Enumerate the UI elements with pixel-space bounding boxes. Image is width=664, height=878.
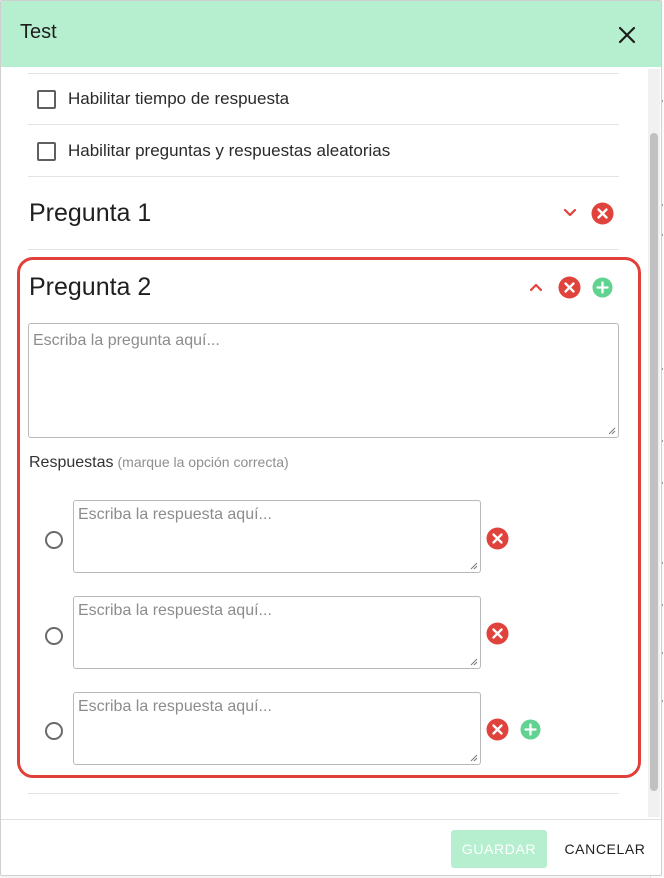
chevron-up-icon[interactable] [527, 278, 545, 296]
answers-hint: (marque la opción correcta) [117, 454, 289, 470]
remove-circle-icon[interactable] [486, 527, 509, 550]
option-enable-response-time[interactable]: Habilitar tiempo de respuesta [37, 87, 289, 111]
scrollbar-thumb[interactable] [650, 133, 658, 791]
dialog-header: Test [1, 1, 661, 67]
option-enable-random-order[interactable]: Habilitar preguntas y respuestas aleator… [37, 139, 390, 163]
answers-label: Respuestas (marque la opción correcta) [29, 454, 289, 472]
remove-circle-icon[interactable] [486, 622, 509, 645]
cancel-button[interactable]: CANCELAR [557, 830, 653, 868]
answer-1-radio[interactable] [45, 531, 63, 549]
dialog-title: Test [20, 21, 57, 43]
add-circle-icon[interactable] [592, 277, 613, 298]
question-1-title: Pregunta 1 [29, 199, 152, 227]
question-2-title: Pregunta 2 [29, 273, 152, 301]
add-circle-icon[interactable] [520, 719, 541, 740]
chevron-down-icon[interactable] [561, 204, 579, 222]
checkbox[interactable] [37, 141, 56, 161]
answer-1-input[interactable] [73, 500, 481, 573]
save-button[interactable]: GUARDAR [451, 830, 547, 868]
option-label: Habilitar preguntas y respuestas aleator… [68, 141, 391, 160]
scrollbar-track[interactable] [648, 69, 660, 817]
close-icon[interactable] [613, 21, 641, 49]
divider [28, 176, 619, 177]
answer-2-radio[interactable] [45, 627, 63, 645]
answer-3-radio[interactable] [45, 722, 63, 740]
footer-divider [1, 819, 661, 820]
divider [28, 793, 619, 794]
answer-3-input[interactable] [73, 692, 481, 765]
divider [28, 124, 619, 125]
remove-circle-icon[interactable] [591, 202, 614, 225]
test-dialog: Test Habilitar tiempo de respuesta Habil… [0, 0, 662, 876]
remove-circle-icon[interactable] [486, 718, 509, 741]
question-text-input[interactable] [28, 323, 619, 438]
answer-2-input[interactable] [73, 596, 481, 669]
remove-circle-icon[interactable] [558, 276, 581, 299]
option-label: Habilitar tiempo de respuesta [68, 89, 290, 108]
checkbox[interactable] [37, 89, 56, 109]
divider [28, 249, 619, 250]
divider [28, 73, 619, 74]
answers-heading: Respuestas [29, 454, 114, 471]
